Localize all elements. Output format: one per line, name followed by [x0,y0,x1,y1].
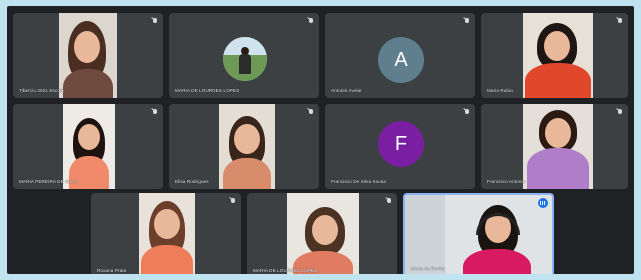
participant-tile[interactable]: MARIA DE LOURDES LOPES [247,193,397,274]
mic-off-icon [465,109,469,114]
mic-off-icon [618,109,622,114]
participant-name: MARIA PEREIRA DE SILVA [19,179,78,184]
audio-level-icon [538,198,548,208]
participant-name: MARIA DE LOURDES LOPES [253,268,318,273]
participant-video [59,13,117,98]
participant-tile[interactable]: Tibercio 2021 Escola [13,13,163,98]
mic-off-icon [153,18,157,23]
participant-tile[interactable]: MARIA DE LOURDES LOPES [169,13,319,98]
participant-name: Elisa Rodrigues [175,179,209,184]
participant-tile[interactable]: Elisa Rodrigues [169,104,319,189]
participant-video [139,193,195,274]
mic-off-icon [387,198,391,203]
meeting-grid: Tibercio 2021 Escola MARIA DE LOURDES LO… [7,6,634,274]
mic-off-icon [465,18,469,23]
participant-tile[interactable]: Francisco Antonio [481,104,628,189]
participant-video [219,104,275,189]
mic-off-icon [231,198,235,203]
mic-off-icon [309,109,313,114]
participant-name: MARIA DE LOURDES LOPES [175,88,240,93]
participant-video [405,195,552,274]
participant-tile[interactable]: MARIA PEREIRA DE SILVA [13,104,163,189]
participant-video [523,13,593,98]
participant-avatar: A [378,37,424,83]
participant-avatar [223,37,267,81]
participant-tile[interactable]: Roxana Prata [91,193,241,274]
participant-name: Antonio Avelar [331,88,362,93]
participant-tile[interactable]: A Antonio Avelar [325,13,475,98]
participant-video [523,104,593,189]
participant-name: Roxana Prata [97,268,127,273]
participant-avatar: F [378,121,424,167]
mic-off-icon [309,18,313,23]
mic-off-icon [153,109,157,114]
participant-tile[interactable]: Maria Rubia [481,13,628,98]
participant-name: Francisco Antonio [487,179,526,184]
mic-off-icon [618,18,622,23]
participant-name: Tibercio 2021 Escola [19,88,64,93]
participant-tile[interactable]: F Francisco De Silva Sousa [325,104,475,189]
participant-video [287,193,359,274]
participant-name: Maria Rubia [487,88,513,93]
participant-tile-active[interactable]: Maria da Rocha [403,193,554,274]
participant-name: Francisco De Silva Sousa [331,179,386,184]
participant-name: Maria da Rocha [411,266,445,271]
participant-video [63,104,115,189]
